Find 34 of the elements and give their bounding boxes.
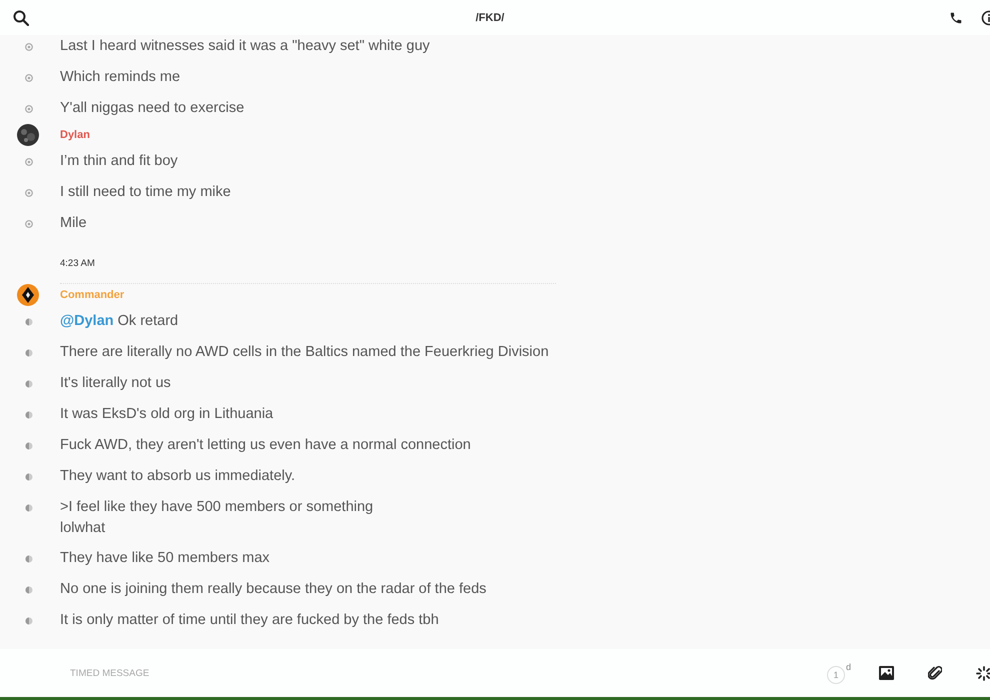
message-text: Mile [60,214,87,233]
chat-title: /FKD/ [474,12,506,24]
image-icon [879,666,894,680]
timestamp: 4:23 AM [60,258,95,269]
effects-button[interactable] [976,666,990,680]
search-icon [13,10,29,26]
author-name: Dylan [60,129,90,141]
search-button[interactable] [13,10,29,26]
message-text: Which reminds me [60,68,180,87]
message-text: I’m thin and fit boy [60,152,178,171]
info-button[interactable] [981,10,990,26]
info-icon [981,10,990,26]
message-text: @Dylan Ok retard [60,312,178,331]
image-button[interactable] [879,666,894,680]
author-name: Commander [60,289,124,301]
sparkle-icon [976,666,990,680]
message-text: lolwhat [60,519,106,538]
message-text: No one is joining them really because they on the radar of the feds [60,580,486,599]
message-text: There are literally no AWD cells in the Baltics named the Feuerkrieg Division [60,343,549,362]
call-button[interactable] [949,10,963,24]
phone-icon [949,10,963,24]
message-text: Last I heard witnesses said it was a "heavy set" white guy [60,37,430,56]
message-text: It's literally not us [60,374,171,393]
message-text: Y'all niggas need to exercise [60,99,244,118]
message-text: >I feel like they have 500 members or something [60,498,374,517]
message-input[interactable]: TIMED MESSAGE [68,666,827,680]
attach-button[interactable] [928,665,942,681]
message-text: I still need to time my mike [60,183,231,202]
message-text: They want to absorb us immediately. [60,467,296,486]
message-text: It was EksD's old org in Lithuania [60,405,274,424]
message-text: Fuck AWD, they aren't letting us even have a normal connection [60,436,471,455]
message-text: They have like 50 members max [60,549,270,568]
message-text: It is only matter of time until they are fucked by the feds tbh [60,611,439,630]
paperclip-icon [928,665,942,681]
